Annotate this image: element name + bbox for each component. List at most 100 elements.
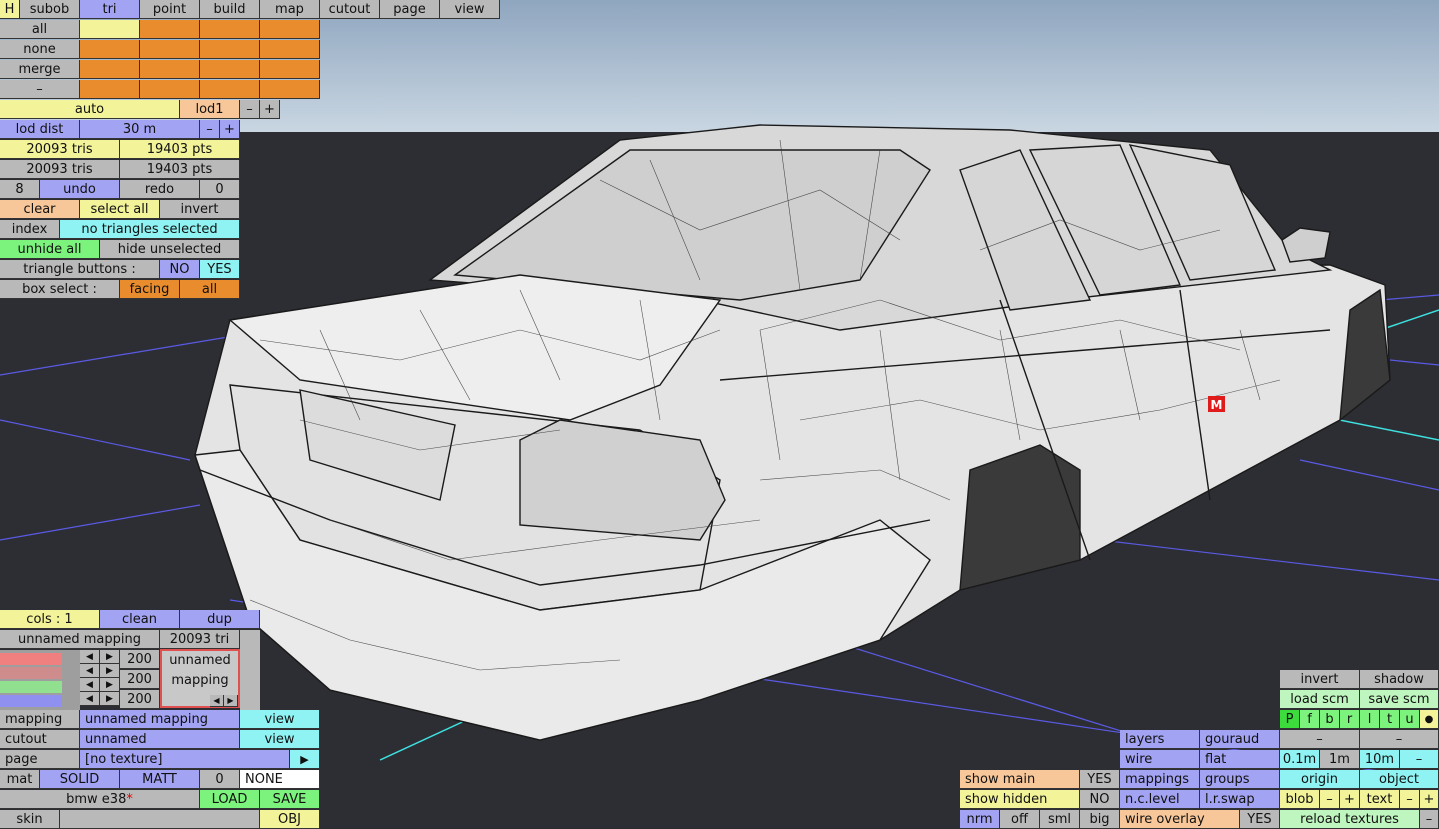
view-f-button[interactable]: f xyxy=(1300,710,1320,729)
select-slot[interactable] xyxy=(80,60,140,79)
wire-overlay-value[interactable]: YES xyxy=(1240,810,1280,829)
blob-minus-button[interactable]: – xyxy=(1320,790,1340,809)
wire-overlay-label[interactable]: wire overlay xyxy=(1120,810,1240,829)
lod1-button[interactable]: lod1 xyxy=(180,100,240,119)
obj-button[interactable]: OBJ xyxy=(260,810,320,829)
lod-dist-value[interactable]: 30 m xyxy=(80,120,200,139)
flat-button[interactable]: flat xyxy=(1200,750,1280,769)
view-r-button[interactable]: r xyxy=(1340,710,1360,729)
preview-left-icon[interactable]: ◀ xyxy=(210,695,224,707)
off-button[interactable]: off xyxy=(1000,810,1040,829)
clear-button[interactable]: clear xyxy=(0,200,80,219)
mappings-button[interactable]: mappings xyxy=(1120,770,1200,789)
tab-tri[interactable]: tri xyxy=(80,0,140,19)
red-slider[interactable] xyxy=(0,653,62,665)
tab-map[interactable]: map xyxy=(260,0,320,19)
h-button[interactable]: H xyxy=(0,0,20,19)
tab-subob[interactable]: subob xyxy=(20,0,80,19)
step-1m-button[interactable]: 1m xyxy=(1320,750,1360,769)
select-slot[interactable] xyxy=(200,40,260,59)
gouraud-button[interactable]: gouraud xyxy=(1200,730,1280,749)
lod-plus-button[interactable]: + xyxy=(260,100,280,119)
arrow-left-icon[interactable]: ◀ xyxy=(80,650,100,664)
mapping-view-button[interactable]: view xyxy=(240,710,320,729)
tab-build[interactable]: build xyxy=(200,0,260,19)
lod-dist-plus[interactable]: + xyxy=(220,120,240,139)
box-select-facing[interactable]: facing xyxy=(120,280,180,299)
wire-button[interactable]: wire xyxy=(1120,750,1200,769)
arrow-left-icon[interactable]: ◀ xyxy=(80,678,100,692)
big-button[interactable]: big xyxy=(1080,810,1120,829)
preview-right-icon[interactable]: ▶ xyxy=(224,695,238,707)
select-slot[interactable] xyxy=(200,80,260,99)
select-slot[interactable] xyxy=(200,60,260,79)
reload-minus-button[interactable]: – xyxy=(1420,810,1439,829)
tab-point[interactable]: point xyxy=(140,0,200,19)
blob-plus-button[interactable]: + xyxy=(1340,790,1360,809)
matt-button[interactable]: MATT xyxy=(120,770,200,789)
unhide-all-button[interactable]: unhide all xyxy=(0,240,100,259)
lod-minus-button[interactable]: – xyxy=(240,100,260,119)
step-minus-button[interactable]: – xyxy=(1400,750,1439,769)
save-button[interactable]: SAVE xyxy=(260,790,320,809)
redo-button[interactable]: redo xyxy=(120,180,200,199)
select-slot[interactable] xyxy=(260,20,320,39)
blob-button[interactable]: blob xyxy=(1280,790,1320,809)
text-button[interactable]: text xyxy=(1360,790,1400,809)
file-name[interactable]: bmw e38* xyxy=(0,790,200,809)
arrow-right-icon[interactable]: ▶ xyxy=(100,650,120,664)
select-slot[interactable] xyxy=(200,20,260,39)
select-all-tris-button[interactable]: select all xyxy=(80,200,160,219)
invert-button[interactable]: invert xyxy=(160,200,240,219)
reload-textures-button[interactable]: reload textures xyxy=(1280,810,1420,829)
shadow-button[interactable]: shadow xyxy=(1360,670,1439,689)
text-plus-button[interactable]: + xyxy=(1420,790,1439,809)
triangle-buttons-yes[interactable]: YES xyxy=(200,260,240,279)
minus-button[interactable]: – xyxy=(0,80,80,99)
minus-button-1[interactable]: – xyxy=(1280,730,1360,749)
load-button[interactable]: LOAD xyxy=(200,790,260,809)
tab-view[interactable]: view xyxy=(440,0,500,19)
view-t-button[interactable]: t xyxy=(1380,710,1400,729)
lod-dist-minus[interactable]: – xyxy=(200,120,220,139)
cols-button[interactable]: cols : 1 xyxy=(0,610,100,629)
scrollbar[interactable] xyxy=(240,630,260,710)
arrow-left-icon[interactable]: ◀ xyxy=(80,664,100,678)
cutout-value[interactable]: unnamed xyxy=(80,730,240,749)
select-slot[interactable] xyxy=(140,80,200,99)
nrm-button[interactable]: nrm xyxy=(960,810,1000,829)
view-p-button[interactable]: P xyxy=(1280,710,1300,729)
select-slot[interactable] xyxy=(260,60,320,79)
tab-cutout[interactable]: cutout xyxy=(320,0,380,19)
view-b-button[interactable]: b xyxy=(1320,710,1340,729)
page-value[interactable]: [no texture] xyxy=(80,750,290,769)
solid-button[interactable]: SOLID xyxy=(40,770,120,789)
view-l-button[interactable]: l xyxy=(1360,710,1380,729)
step-10m-button[interactable]: 10m xyxy=(1360,750,1400,769)
load-scm-button[interactable]: load scm xyxy=(1280,690,1360,709)
arrow-right-icon[interactable]: ▶ xyxy=(100,678,120,692)
green-slider[interactable] xyxy=(0,681,62,693)
select-slot[interactable] xyxy=(80,40,140,59)
dot-icon[interactable]: ● xyxy=(1420,710,1439,729)
lr-swap-button[interactable]: l.r.swap xyxy=(1200,790,1280,809)
save-scm-button[interactable]: save scm xyxy=(1360,690,1439,709)
index-button[interactable]: index xyxy=(0,220,60,239)
red-value[interactable]: 200 xyxy=(120,650,160,669)
green-value[interactable]: 200 xyxy=(120,670,160,689)
select-none-button[interactable]: none xyxy=(0,40,80,59)
mapping-value[interactable]: unnamed mapping xyxy=(80,710,240,729)
nc-level-button[interactable]: n.c.level xyxy=(1120,790,1200,809)
minus-button-2[interactable]: – xyxy=(1360,730,1439,749)
undo-button[interactable]: undo xyxy=(40,180,120,199)
view-u-button[interactable]: u xyxy=(1400,710,1420,729)
blue-value[interactable]: 200 xyxy=(120,690,160,709)
lod-auto-button[interactable]: auto xyxy=(0,100,180,119)
step-01m-button[interactable]: 0.1m xyxy=(1280,750,1320,769)
none-field[interactable]: NONE xyxy=(240,770,320,789)
object-button[interactable]: object xyxy=(1360,770,1439,789)
arrow-left-icon[interactable]: ◀ xyxy=(80,692,100,706)
select-slot[interactable] xyxy=(140,20,200,39)
show-main-value[interactable]: YES xyxy=(1080,770,1120,789)
invert-view-button[interactable]: invert xyxy=(1280,670,1360,689)
